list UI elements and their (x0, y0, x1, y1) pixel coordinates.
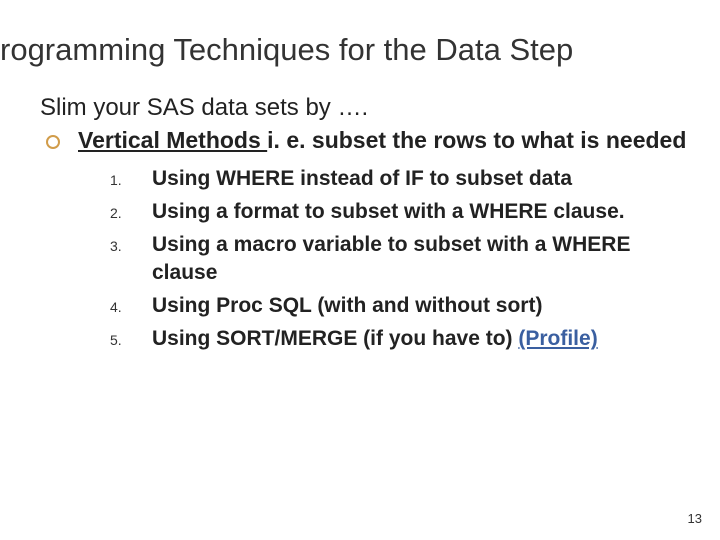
list-item-text: Using SORT/MERGE (if you have to) (152, 327, 518, 350)
page-number: 13 (688, 511, 702, 526)
subheading-rest: i. e. subset the rows to what is needed (267, 127, 686, 153)
list-item: Using Proc SQL (with and without sort) (110, 292, 700, 319)
lead-text: Slim your SAS data sets by …. (40, 94, 700, 122)
numbered-list: Using WHERE instead of IF to subset data… (40, 165, 700, 353)
slide-body: Slim your SAS data sets by …. Vertical M… (40, 94, 700, 359)
slide-title: rogramming Techniques for the Data Step (0, 32, 720, 68)
circle-bullet-icon (46, 135, 60, 149)
slide: rogramming Techniques for the Data Step … (0, 0, 720, 540)
profile-link[interactable]: (Profile) (518, 327, 597, 350)
list-item: Using SORT/MERGE (if you have to) (Profi… (110, 325, 700, 352)
subheading-text: Vertical Methods i. e. subset the rows t… (78, 126, 686, 155)
list-item: Using a format to subset with a WHERE cl… (110, 198, 700, 225)
subheading-underlined: Vertical Methods (78, 127, 267, 153)
subheading-row: Vertical Methods i. e. subset the rows t… (46, 126, 700, 155)
list-item: Using WHERE instead of IF to subset data (110, 165, 700, 192)
list-item: Using a macro variable to subset with a … (110, 231, 700, 286)
